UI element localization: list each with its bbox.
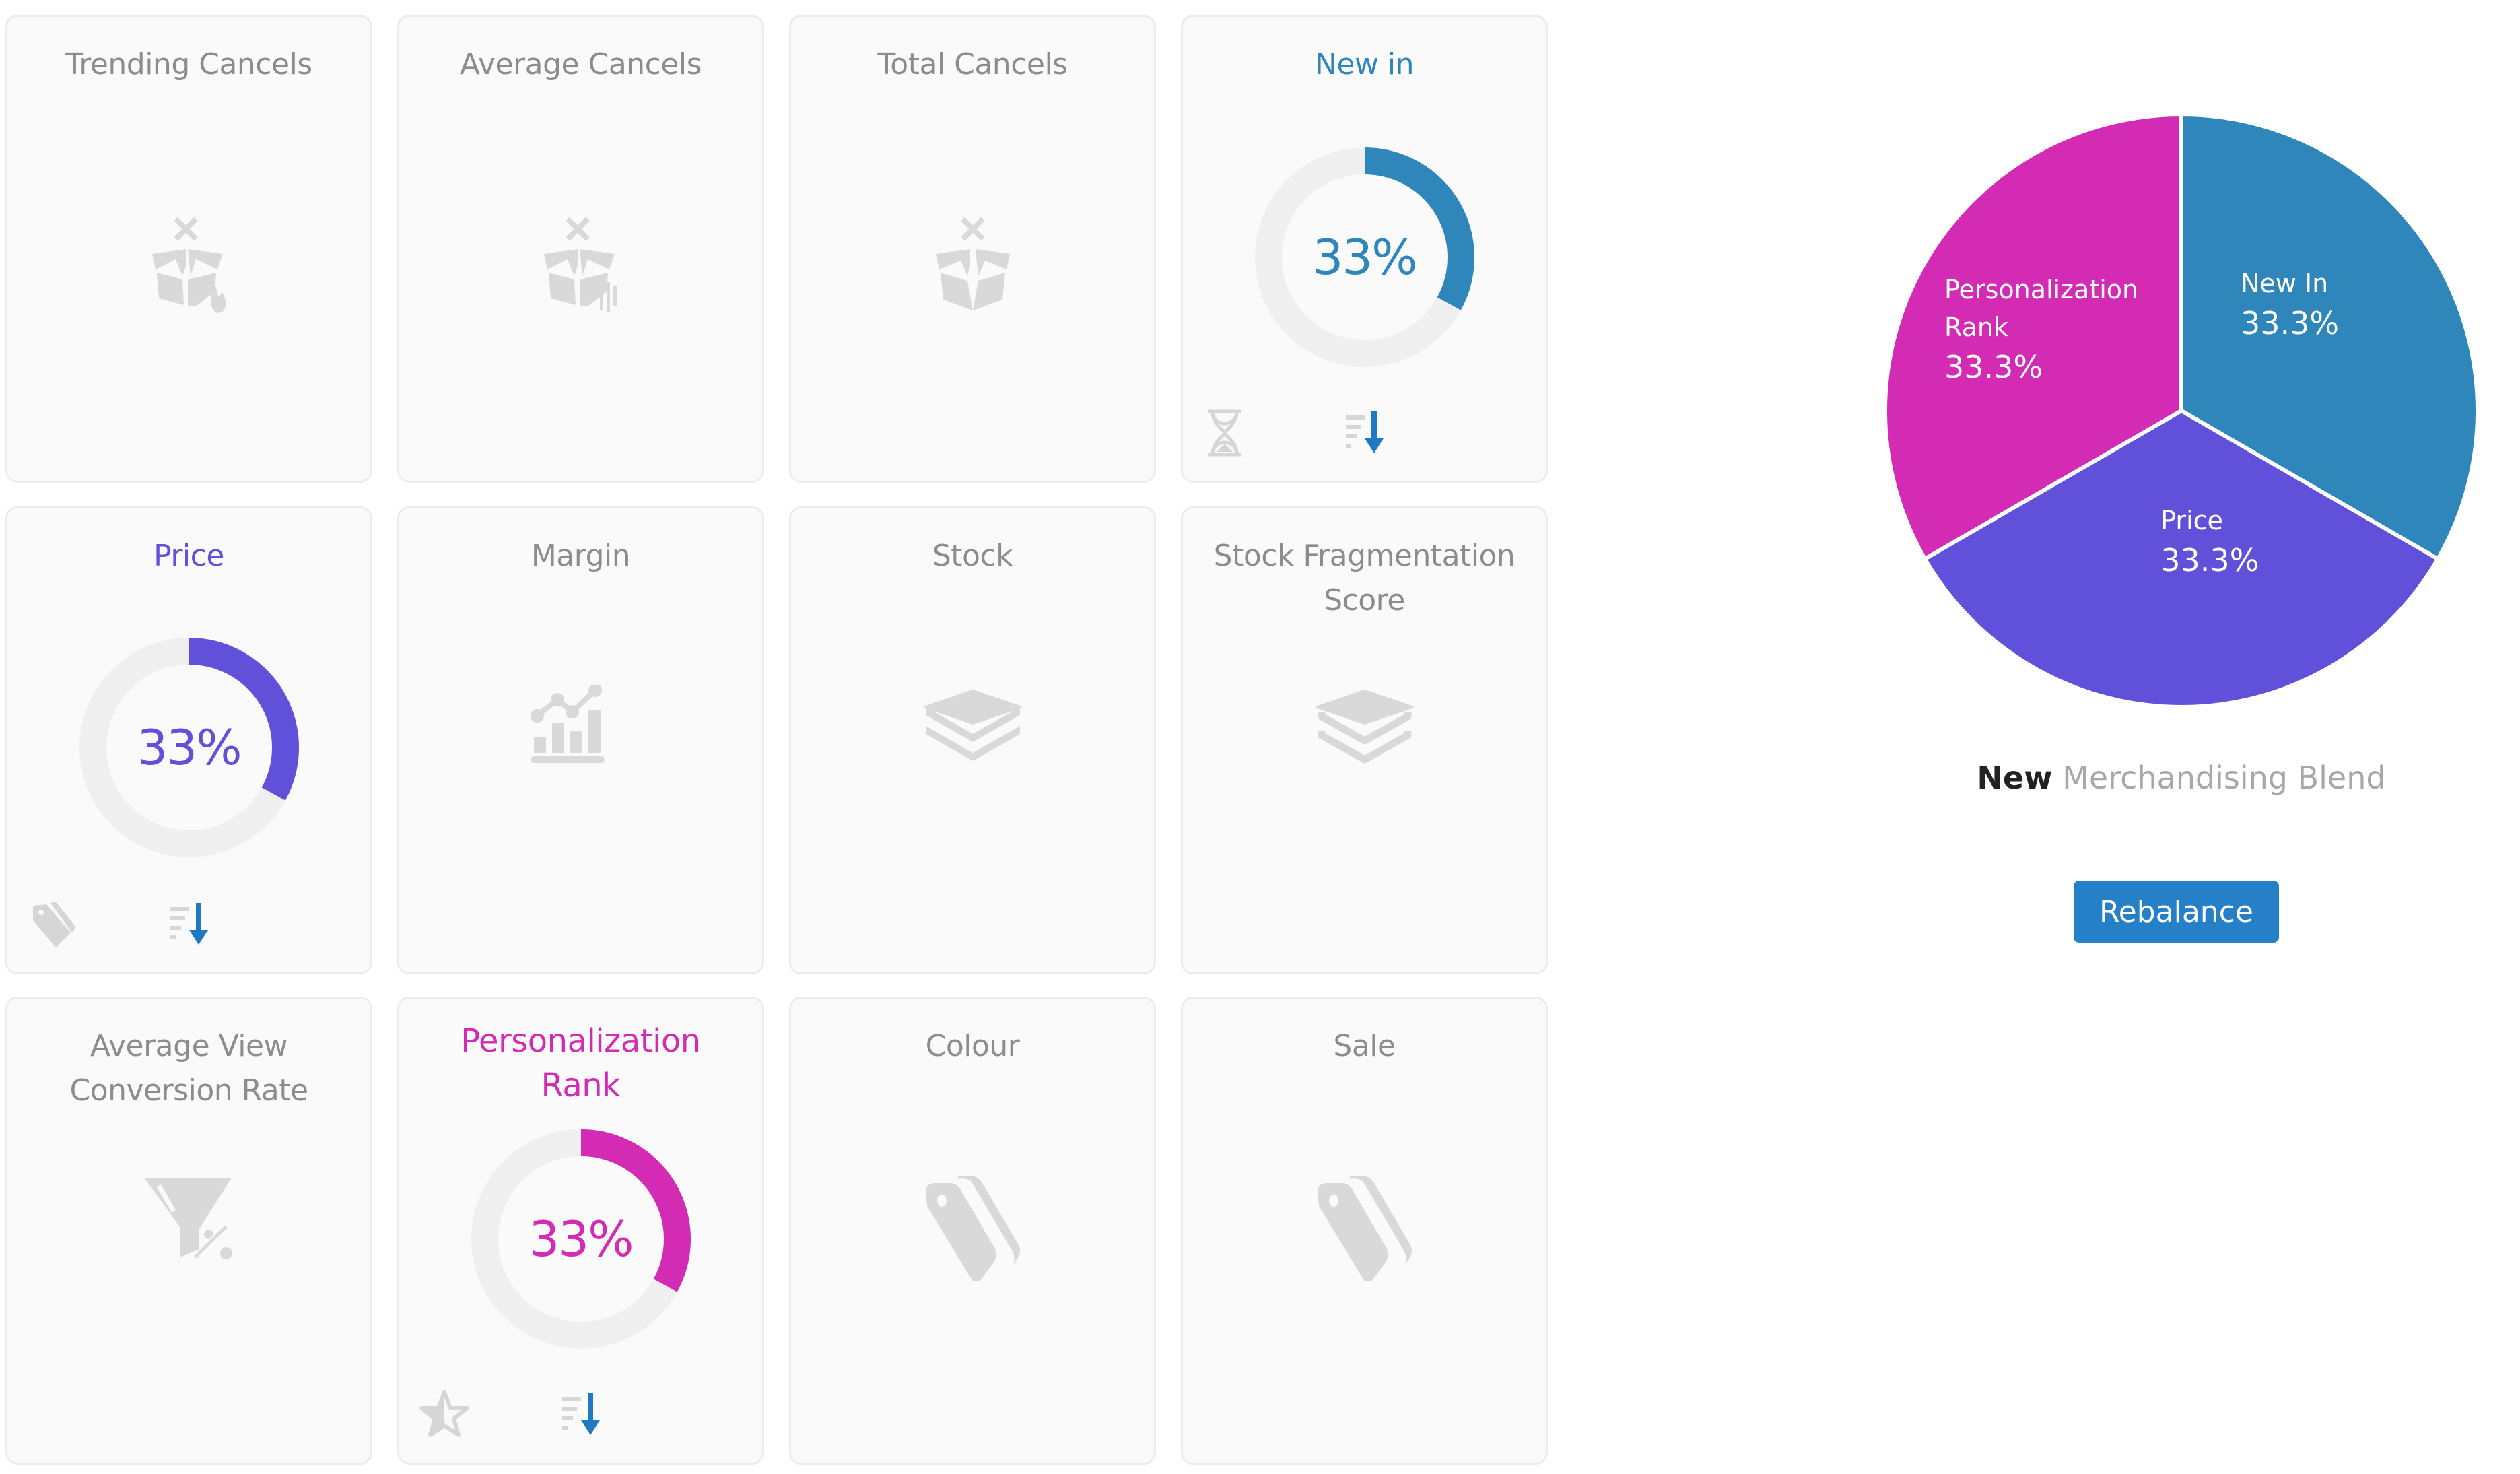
card-sale[interactable]: Sale bbox=[1181, 997, 1548, 1465]
price-tag-icon[interactable] bbox=[29, 899, 77, 950]
blend-caption-bold: New bbox=[1977, 760, 2053, 796]
rebalance-button[interactable]: Rebalance bbox=[2074, 881, 2279, 943]
layers-icon bbox=[923, 690, 1022, 761]
card-stock-fragmentation-score[interactable]: Stock Fragmentation Score bbox=[1181, 506, 1548, 974]
chart-growth-icon bbox=[530, 685, 605, 763]
card-average-view-conversion-rate[interactable]: Average View Conversion Rate bbox=[5, 997, 372, 1465]
box-cancel-icon bbox=[935, 217, 1010, 310]
box-cancel-average-icon bbox=[543, 217, 617, 312]
percent-label: 33% bbox=[137, 719, 242, 776]
sort-descending-icon[interactable] bbox=[561, 1391, 604, 1439]
card-title: Stock Fragmentation Score bbox=[1213, 539, 1516, 617]
star-half-icon[interactable] bbox=[419, 1389, 469, 1438]
card-price[interactable]: Price 33% bbox=[5, 506, 372, 974]
tags-icon bbox=[1317, 1176, 1412, 1281]
percent-label: 33% bbox=[529, 1211, 634, 1267]
card-new-in[interactable]: New in 33% bbox=[1181, 15, 1548, 483]
card-title: Average Cancels bbox=[459, 47, 702, 81]
blend-caption-rest: Merchandising Blend bbox=[2062, 760, 2386, 796]
card-colour[interactable]: Colour bbox=[789, 997, 1156, 1465]
card-margin[interactable]: Margin bbox=[397, 506, 764, 974]
hourglass-icon[interactable] bbox=[1206, 409, 1244, 457]
sort-descending-icon[interactable] bbox=[1344, 409, 1388, 457]
layers-outline-icon bbox=[1315, 690, 1414, 764]
percent-label: 33% bbox=[1312, 229, 1417, 286]
card-title: Trending Cancels bbox=[65, 47, 312, 81]
card-stock[interactable]: Stock bbox=[789, 506, 1156, 974]
card-title: Personalization Rank bbox=[461, 1022, 701, 1104]
pie-value-label: 33.3% bbox=[2241, 305, 2339, 341]
card-personalization-rank[interactable]: Personalization Rank 33% bbox=[397, 997, 764, 1465]
pie-value-label: 33.3% bbox=[2160, 542, 2259, 578]
card-total-cancels[interactable]: Total Cancels bbox=[789, 15, 1156, 483]
card-title: Stock bbox=[932, 539, 1013, 573]
sort-descending-icon[interactable] bbox=[169, 900, 212, 949]
blend-caption: New Merchandising Blend bbox=[1858, 760, 2505, 796]
personalization-rank-donut: 33% bbox=[470, 1128, 692, 1350]
card-title: Average View Conversion Rate bbox=[69, 1029, 308, 1108]
tags-icon bbox=[925, 1176, 1020, 1281]
new-in-donut: 33% bbox=[1254, 146, 1476, 368]
price-donut: 33% bbox=[78, 636, 300, 859]
card-title: Price bbox=[154, 539, 224, 573]
card-title: New in bbox=[1314, 47, 1415, 81]
card-average-cancels[interactable]: Average Cancels bbox=[397, 15, 764, 483]
card-trending-cancels[interactable]: Trending Cancels bbox=[5, 15, 372, 483]
card-title: Sale bbox=[1333, 1029, 1396, 1063]
pie-svg: New In 33.3%Price 33.3%Personalization Rank… bbox=[1883, 112, 2480, 709]
pie-label: New In 33.3% bbox=[2241, 269, 2339, 341]
funnel-percent-icon bbox=[143, 1178, 232, 1263]
card-title: Total Cancels bbox=[877, 47, 1068, 81]
box-cancel-trending-icon bbox=[151, 217, 226, 313]
card-title: Colour bbox=[925, 1029, 1020, 1063]
card-title: Margin bbox=[531, 539, 631, 573]
pie-value-label: 33.3% bbox=[1944, 349, 2043, 385]
merchandising-blend-pie-chart: New In 33.3% Price 33.3% Personalization Rank… bbox=[1878, 108, 2484, 714]
